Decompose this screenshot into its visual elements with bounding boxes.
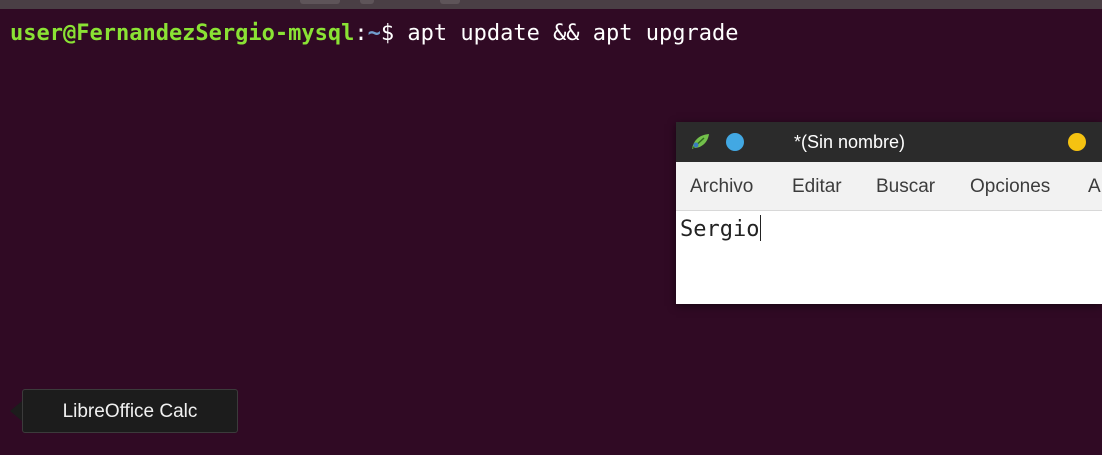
editor-menubar: Archivo Editar Buscar Opciones A — [676, 162, 1102, 211]
prompt-path: ~ — [367, 21, 381, 46]
terminal-command: apt update && apt upgrade — [394, 21, 739, 46]
prompt-colon: : — [354, 21, 368, 46]
editor-titlebar[interactable]: *(Sin nombre) — [676, 122, 1102, 162]
text-caret — [760, 215, 762, 241]
text-editor-window[interactable]: *(Sin nombre) Archivo Editar Buscar Opci… — [676, 122, 1102, 304]
leafpad-icon — [692, 134, 709, 149]
menu-ayuda-cut[interactable]: A — [1088, 176, 1101, 198]
menu-editar[interactable]: Editar — [792, 176, 842, 198]
editor-text: Sergio — [680, 217, 760, 242]
window-menu-button[interactable] — [726, 133, 744, 151]
top-window-edge — [0, 0, 1102, 9]
cut-off-title-fragment — [300, 0, 340, 4]
menu-archivo[interactable]: Archivo — [690, 176, 753, 198]
editor-window-title: *(Sin nombre) — [794, 132, 906, 152]
cut-off-title-fragment — [360, 0, 374, 4]
tooltip-arrow — [10, 401, 22, 421]
editor-content: Sergio — [680, 215, 762, 242]
menu-opciones[interactable]: Opciones — [970, 176, 1050, 198]
prompt-symbol: $ — [380, 21, 395, 46]
minimize-button[interactable] — [1068, 133, 1086, 151]
cut-off-title-fragment — [440, 0, 460, 4]
menu-buscar[interactable]: Buscar — [876, 176, 935, 198]
terminal-prompt-line: user@FernandezSergio-mysql:~$ apt update… — [10, 21, 739, 47]
editor-text-area[interactable]: Sergio — [676, 211, 1102, 304]
prompt-user-host: user@FernandezSergio-mysql — [10, 21, 355, 46]
libreoffice-calc-tooltip: LibreOffice Calc — [22, 389, 238, 433]
